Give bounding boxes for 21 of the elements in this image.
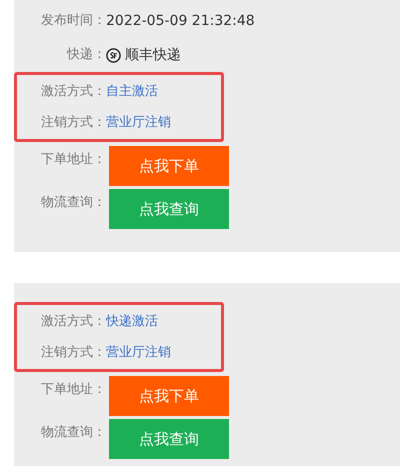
- field-label: 激活方式：: [40, 82, 106, 101]
- method-link[interactable]: 营业厅注销: [106, 342, 171, 362]
- field-label: 快递：: [66, 46, 106, 64]
- method-link[interactable]: 营业厅注销: [106, 112, 171, 132]
- field-label: 发布时间：: [40, 12, 106, 30]
- action-button[interactable]: 点我下单: [109, 376, 229, 416]
- field-label: 物流查询：: [40, 424, 106, 442]
- action-button[interactable]: 点我查询: [109, 189, 229, 229]
- action-button[interactable]: 点我查询: [109, 419, 229, 459]
- method-link[interactable]: 自主激活: [106, 82, 158, 102]
- publish-time: 2022-05-09 21:32:48: [106, 12, 255, 30]
- field-label: 激活方式：: [40, 312, 106, 331]
- courier-name: 顺丰快递: [125, 46, 181, 64]
- field-label: 下单地址：: [40, 381, 106, 399]
- field-label: 注销方式：: [40, 344, 106, 362]
- sf-logo-icon: [106, 48, 121, 62]
- action-button[interactable]: 点我下单: [109, 146, 229, 186]
- field-label: 物流查询：: [40, 194, 106, 212]
- method-link[interactable]: 快递激活: [106, 312, 158, 332]
- field-label: 注销方式：: [40, 114, 106, 132]
- field-label: 下单地址：: [40, 151, 106, 169]
